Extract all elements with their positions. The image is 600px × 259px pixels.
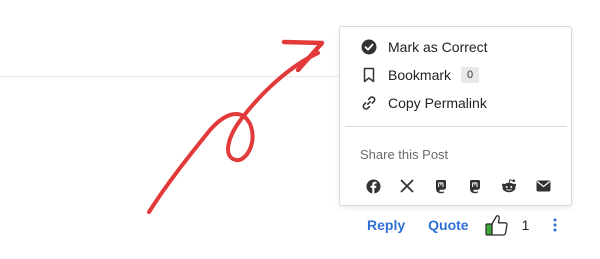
post-options-menu: Mark as Correct Bookmark 0 Copy Permalin…: [339, 26, 572, 206]
post-actions: Reply Quote 1: [367, 214, 557, 236]
more-options-button[interactable]: [553, 218, 557, 232]
mark-as-correct-label: Mark as Correct: [388, 39, 488, 55]
mark-as-correct-item[interactable]: Mark as Correct: [360, 36, 488, 58]
bookmark-icon: [360, 66, 378, 84]
mastodon-icon[interactable]: [432, 177, 450, 195]
copy-permalink-item[interactable]: Copy Permalink: [360, 92, 487, 114]
share-buttons: [364, 177, 552, 195]
like-button[interactable]: [484, 214, 509, 236]
bookmark-label: Bookmark: [388, 67, 452, 83]
mastodon-icon[interactable]: [466, 177, 484, 195]
copy-permalink-label: Copy Permalink: [388, 95, 487, 111]
vertical-ellipsis-icon: [553, 218, 557, 232]
reddit-icon[interactable]: [500, 177, 518, 195]
page: Mark as Correct Bookmark 0 Copy Permalin…: [0, 0, 600, 259]
share-label: Share this Post: [360, 147, 449, 162]
bookmark-item[interactable]: Bookmark 0: [360, 64, 480, 86]
x-icon[interactable]: [398, 177, 416, 195]
email-icon[interactable]: [534, 177, 552, 195]
content-divider: [0, 76, 340, 77]
bookmark-count-badge: 0: [461, 67, 480, 83]
menu-separator: [345, 126, 567, 127]
reply-button[interactable]: Reply: [367, 217, 405, 233]
like-count: 1: [521, 217, 530, 233]
thumbs-up-icon: [484, 215, 508, 236]
link-icon: [360, 94, 378, 112]
facebook-icon[interactable]: [364, 177, 382, 195]
check-circle-icon: [360, 38, 378, 56]
quote-button[interactable]: Quote: [428, 217, 468, 233]
